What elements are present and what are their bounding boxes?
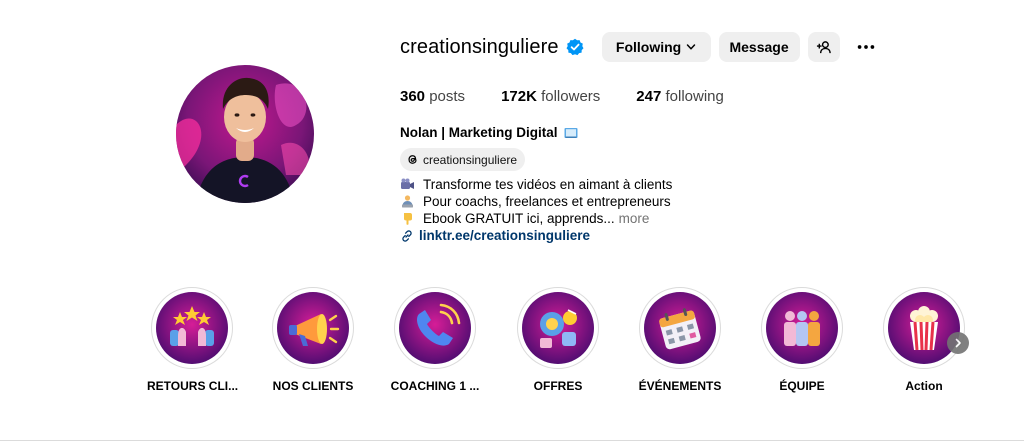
bio-line-2: Pour coachs, freelances et entrepreneurs <box>400 193 672 210</box>
megaphone-icon <box>277 292 349 364</box>
highlight-cover <box>517 287 599 369</box>
highlight-item[interactable]: NOS CLIENTS <box>268 287 358 393</box>
calendar-icon <box>644 292 716 364</box>
highlight-cover <box>394 287 476 369</box>
profile-page: creationsinguliere Following Message 360… <box>0 0 1024 443</box>
bio-line-1-text: Transforme tes vidéos en aimant à client… <box>423 177 673 192</box>
bio-line-2-text: Pour coachs, freelances et entrepreneurs <box>423 194 671 209</box>
highlight-label: RETOURS CLI... <box>147 379 239 393</box>
highlight-cover <box>639 287 721 369</box>
message-button[interactable]: Message <box>718 32 800 62</box>
add-user-icon <box>816 40 831 55</box>
profile-header: creationsinguliere Following Message <box>400 32 878 62</box>
popcorn-icon <box>888 292 960 364</box>
highlight-label: COACHING 1 ... <box>390 379 480 393</box>
following-button-label: Following <box>615 39 682 55</box>
following-label: following <box>665 88 724 105</box>
stars-review-icon <box>156 292 228 364</box>
chevron-right-icon <box>953 338 963 348</box>
team-icon <box>766 292 838 364</box>
camera-emoji-icon <box>400 177 415 192</box>
highlight-item[interactable]: OFFRES <box>513 287 603 393</box>
full-name-text: Nolan | Marketing Digital <box>400 125 558 140</box>
pointing-down-emoji-icon <box>400 211 415 226</box>
followers-label: followers <box>541 88 601 105</box>
more-options-icon[interactable] <box>854 35 878 59</box>
bio-line-3-text: Ebook GRATUIT ici, apprends... <box>423 211 615 226</box>
profile-stats: 360 posts 172K followers 247 following <box>400 88 760 105</box>
highlight-item[interactable]: COACHING 1 ... <box>390 287 480 393</box>
avatar-image <box>176 65 314 203</box>
followers-stat[interactable]: 172K followers <box>501 88 600 105</box>
highlight-cover <box>883 287 965 369</box>
threads-handle: creationsinguliere <box>423 152 518 167</box>
highlight-cover <box>272 287 354 369</box>
username[interactable]: creationsinguliere <box>400 36 559 59</box>
story-highlights: RETOURS CLI... NOS CLIENTS COACHING 1 ..… <box>0 287 1024 397</box>
offers-icon <box>522 292 594 364</box>
highlight-cover <box>761 287 843 369</box>
chevron-down-icon <box>686 42 696 52</box>
highlight-cover <box>151 287 233 369</box>
highlight-label: ÉQUIPE <box>779 379 825 393</box>
followers-count: 172K <box>501 88 537 105</box>
message-button-label: Message <box>729 39 789 55</box>
profile-avatar[interactable] <box>176 65 314 203</box>
bio-line-1: Transforme tes vidéos en aimant à client… <box>400 176 672 193</box>
add-user-button[interactable] <box>807 32 840 62</box>
threads-badge[interactable]: creationsinguliere <box>400 148 526 171</box>
highlight-label: Action <box>905 379 943 393</box>
phone-call-icon <box>399 292 471 364</box>
posts-count: 360 <box>400 88 426 105</box>
full-name: Nolan | Marketing Digital <box>400 125 578 140</box>
highlights-next-button[interactable] <box>947 332 969 354</box>
following-button[interactable]: Following <box>601 32 711 62</box>
laptop-person-emoji-icon <box>400 194 415 209</box>
following-count: 247 <box>636 88 662 105</box>
bio-link-text: linktr.ee/creationsinguliere <box>419 228 591 243</box>
highlight-item[interactable]: ÉVÉNEMENTS <box>635 287 725 393</box>
threads-icon <box>406 153 419 166</box>
link-icon <box>401 229 413 242</box>
posts-label: posts <box>429 88 466 105</box>
bio-line-3: Ebook GRATUIT ici, apprends... more <box>400 210 672 227</box>
bio-external-link[interactable]: linktr.ee/creationsinguliere <box>400 227 672 244</box>
bio: Transforme tes vidéos en aimant à client… <box>400 176 672 244</box>
highlight-label: ÉVÉNEMENTS <box>638 379 722 393</box>
highlight-label: OFFRES <box>533 379 583 393</box>
divider <box>0 440 1024 441</box>
highlight-label: NOS CLIENTS <box>272 379 354 393</box>
highlight-item[interactable]: RETOURS CLI... <box>147 287 239 393</box>
book-emoji-icon <box>564 127 578 139</box>
following-stat[interactable]: 247 following <box>636 88 724 105</box>
posts-stat: 360 posts <box>400 88 465 105</box>
verified-badge-icon <box>566 38 584 56</box>
bio-more-link[interactable]: more <box>619 210 650 227</box>
highlight-item[interactable]: ÉQUIPE <box>757 287 847 393</box>
